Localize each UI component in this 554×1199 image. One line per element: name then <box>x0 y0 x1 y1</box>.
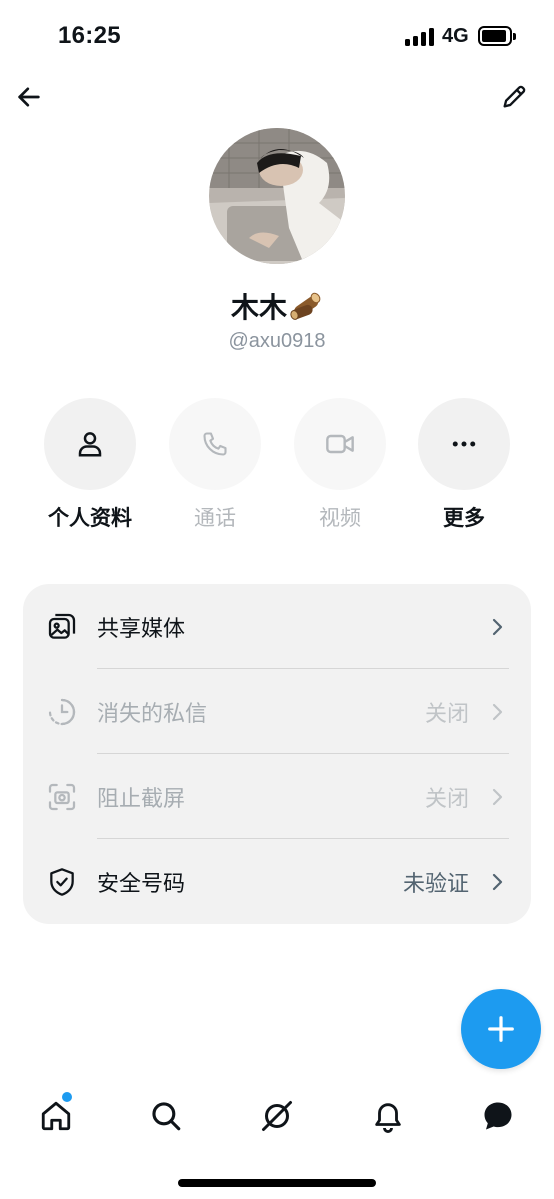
row-label: 共享媒体 <box>97 615 186 641</box>
action-label: 更多 <box>443 507 485 530</box>
home-indicator <box>178 1179 376 1187</box>
screenshot-block-icon <box>48 783 76 810</box>
search-icon <box>152 1102 181 1131</box>
chevron-right-icon <box>492 788 503 805</box>
person-icon <box>78 432 102 457</box>
network-type: 4G <box>442 25 469 47</box>
row-safety-number[interactable]: 安全号码 未验证 <box>23 839 531 924</box>
row-label: 阻止截屏 <box>97 785 186 811</box>
messages-icon <box>484 1102 512 1130</box>
action-label: 视频 <box>319 507 361 530</box>
plus-icon <box>488 1016 514 1042</box>
action-more[interactable]: 更多 <box>409 398 519 532</box>
row-label: 安全号码 <box>97 870 186 896</box>
row-disappearing-messages[interactable]: 消失的私信 关闭 <box>23 669 531 754</box>
row-block-screenshots[interactable]: 阻止截屏 关闭 <box>23 754 531 839</box>
tab-search[interactable] <box>138 1086 194 1146</box>
row-value: 关闭 <box>424 785 469 811</box>
battery-icon <box>478 26 516 46</box>
grok-icon <box>262 1101 292 1131</box>
edit-button[interactable] <box>495 78 533 116</box>
row-shared-media[interactable]: 共享媒体 <box>23 584 531 669</box>
timer-icon <box>48 698 76 725</box>
shield-check-icon <box>50 867 74 896</box>
display-name-text: 木木 <box>230 292 287 323</box>
profile-actions: 个人资料 通话 视频 更多 <box>0 398 554 530</box>
profile-avatar[interactable] <box>209 128 345 264</box>
action-label: 通话 <box>194 507 236 530</box>
tab-messages[interactable] <box>470 1086 526 1146</box>
row-value: 关闭 <box>424 700 469 726</box>
row-label: 消失的私信 <box>97 700 208 726</box>
action-call[interactable]: 通话 <box>160 398 270 532</box>
compose-button[interactable] <box>461 989 541 1069</box>
action-profile[interactable]: 个人资料 <box>35 398 145 532</box>
notifications-bell-icon <box>375 1103 401 1133</box>
chevron-right-icon <box>492 618 503 635</box>
wood-logs-emoji-icon <box>290 292 321 320</box>
pencil-icon <box>503 85 526 108</box>
conversation-settings-card: 共享媒体 消失的私信 关闭 阻止截屏 关闭 安全号码 未验证 <box>23 584 531 924</box>
row-value: 未验证 <box>402 870 469 896</box>
arrow-left-icon <box>18 87 40 107</box>
tab-notifications[interactable] <box>360 1086 416 1146</box>
action-video[interactable]: 视频 <box>285 398 395 532</box>
video-camera-icon <box>326 434 354 454</box>
chevron-right-icon <box>492 703 503 720</box>
user-handle: @axu0918 <box>228 330 326 352</box>
phone-icon <box>203 432 227 456</box>
display-name: 木木 <box>0 286 554 326</box>
notification-dot <box>62 1092 72 1102</box>
more-dots-icon <box>452 441 476 447</box>
tab-home[interactable] <box>28 1086 84 1146</box>
chevron-right-icon <box>492 873 503 890</box>
status-time: 16:25 <box>58 22 121 49</box>
action-label: 个人资料 <box>48 507 132 530</box>
back-button[interactable] <box>10 78 48 116</box>
bottom-tab-bar <box>0 1086 554 1150</box>
home-icon <box>41 1101 71 1131</box>
tab-grok[interactable] <box>249 1086 305 1146</box>
signal-strength-icon <box>405 28 435 46</box>
media-gallery-icon <box>48 613 76 639</box>
status-bar: 16:25 4G <box>0 0 554 74</box>
